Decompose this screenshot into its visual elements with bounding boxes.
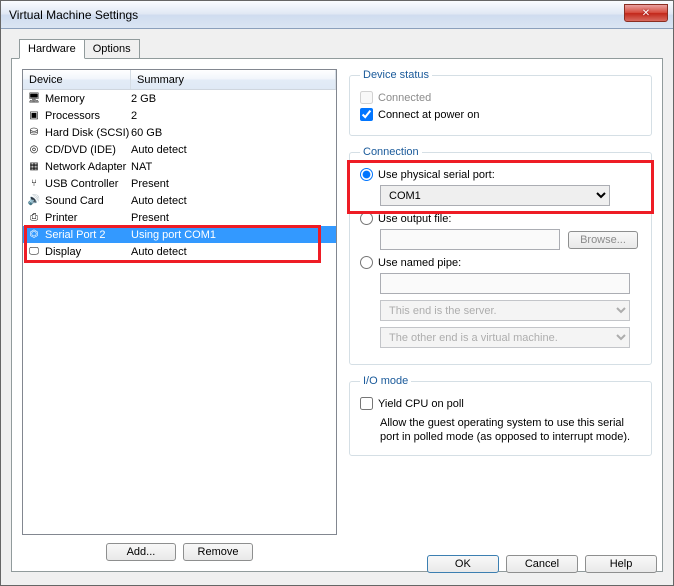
device-name: Sound Card xyxy=(45,195,104,207)
device-name: Memory xyxy=(45,93,85,105)
connection-group: Connection Use physical serial port: COM… xyxy=(349,146,652,365)
device-name: Hard Disk (SCSI) xyxy=(45,127,129,139)
use-output-file-radio[interactable] xyxy=(360,212,373,225)
browse-button: Browse... xyxy=(568,231,638,249)
use-output-file-label: Use output file: xyxy=(378,213,451,225)
io-mode-note: Allow the guest operating system to use … xyxy=(380,416,641,445)
device-row[interactable]: 🖥Memory 2 GB xyxy=(23,90,336,107)
device-summary: Auto detect xyxy=(131,195,336,207)
device-icon: 🖥 xyxy=(26,92,42,106)
tab-options[interactable]: Options xyxy=(85,39,140,59)
device-row[interactable]: ▣Processors 2 xyxy=(23,107,336,124)
col-summary[interactable]: Summary xyxy=(131,70,336,89)
tab-panel: Device Summary 🖥Memory2 GB▣Processors2⛁H… xyxy=(11,58,663,572)
yield-cpu-label: Yield CPU on poll xyxy=(378,398,464,410)
io-mode-group: I/O mode Yield CPU on poll Allow the gue… xyxy=(349,375,652,456)
device-summary: Present xyxy=(131,212,336,224)
connection-legend: Connection xyxy=(360,146,422,158)
dialog-body: Hardware Options Device Summary 🖥Memory 2… xyxy=(1,29,673,585)
device-name: Serial Port 2 xyxy=(45,229,106,241)
device-list[interactable]: Device Summary 🖥Memory 2 GB ▣Processors 2 ⛁H… xyxy=(22,69,337,535)
device-icon: 🖵 xyxy=(26,245,42,259)
device-row[interactable]: ⎙Printer Present xyxy=(23,209,336,226)
tab-hardware[interactable]: Hardware xyxy=(19,39,85,59)
window-title: Virtual Machine Settings xyxy=(9,8,624,22)
named-pipe-input xyxy=(380,273,630,294)
right-column: Device status Connected Connect at power… xyxy=(345,69,652,561)
col-device[interactable]: Device xyxy=(23,70,131,89)
device-summary: Auto detect xyxy=(131,246,336,258)
device-icon: ▣ xyxy=(26,109,42,123)
device-name: Printer xyxy=(45,212,77,224)
device-row[interactable]: ⛁Hard Disk (SCSI)60 GB xyxy=(23,124,336,141)
close-button[interactable]: ✕ xyxy=(624,4,668,22)
device-summary: Using port COM1 xyxy=(131,229,336,241)
settings-window: Virtual Machine Settings ✕ Hardware Opti… xyxy=(0,0,674,586)
connected-checkbox xyxy=(360,91,373,104)
device-name: USB Controller xyxy=(45,178,118,190)
device-row[interactable]: ⑂USB Controller Present xyxy=(23,175,336,192)
dialog-buttons: OK Cancel Help xyxy=(425,555,659,573)
device-icon: 🔊 xyxy=(26,194,42,208)
device-icon: ⛁ xyxy=(26,126,42,140)
device-summary: NAT xyxy=(131,161,336,173)
device-name: Display xyxy=(45,246,81,258)
device-summary: Auto detect xyxy=(131,144,336,156)
device-icon: ⎙ xyxy=(26,211,42,225)
device-row[interactable]: ⏣Serial Port 2 Using port COM1 xyxy=(23,226,336,243)
device-summary: 2 xyxy=(131,110,336,122)
device-summary: 2 GB xyxy=(131,93,336,105)
io-mode-legend: I/O mode xyxy=(360,375,411,387)
device-name: CD/DVD (IDE) xyxy=(45,144,116,156)
connect-poweron-checkbox[interactable] xyxy=(360,108,373,121)
cancel-button[interactable]: Cancel xyxy=(506,555,578,573)
remove-button[interactable]: Remove xyxy=(183,543,253,561)
device-icon: ▦ xyxy=(26,160,42,174)
help-button[interactable]: Help xyxy=(585,555,657,573)
device-status-legend: Device status xyxy=(360,69,432,81)
output-file-input xyxy=(380,229,560,250)
device-summary: Present xyxy=(131,178,336,190)
device-icon: ⑂ xyxy=(26,177,42,191)
device-icon: ⏣ xyxy=(26,228,42,242)
device-name: Network Adapter xyxy=(45,161,126,173)
physical-port-select[interactable]: COM1 xyxy=(380,185,610,206)
device-status-group: Device status Connected Connect at power… xyxy=(349,69,652,136)
pipe-end-select: This end is the server. xyxy=(380,300,630,321)
yield-cpu-checkbox[interactable] xyxy=(360,397,373,410)
connect-poweron-label: Connect at power on xyxy=(378,109,480,121)
device-icon: ◎ xyxy=(26,143,42,157)
use-named-pipe-radio[interactable] xyxy=(360,256,373,269)
device-summary: 60 GB xyxy=(131,127,336,139)
ok-button[interactable]: OK xyxy=(427,555,499,573)
device-row[interactable]: ◎CD/DVD (IDE) Auto detect xyxy=(23,141,336,158)
left-column: Device Summary 🖥Memory 2 GB ▣Processors 2 ⛁H… xyxy=(22,69,337,561)
titlebar[interactable]: Virtual Machine Settings ✕ xyxy=(1,1,673,29)
device-list-header: Device Summary xyxy=(23,70,336,90)
add-button[interactable]: Add... xyxy=(106,543,176,561)
tab-strip: Hardware Options xyxy=(19,39,663,59)
pipe-other-end-select: The other end is a virtual machine. xyxy=(380,327,630,348)
use-physical-radio[interactable] xyxy=(360,168,373,181)
device-list-buttons: Add... Remove xyxy=(22,543,337,561)
device-name: Processors xyxy=(45,110,100,122)
use-physical-label: Use physical serial port: xyxy=(378,169,495,181)
device-row[interactable]: ▦Network Adapter NAT xyxy=(23,158,336,175)
device-row[interactable]: 🖵Display Auto detect xyxy=(23,243,336,260)
use-named-pipe-label: Use named pipe: xyxy=(378,257,461,269)
connected-label: Connected xyxy=(378,92,431,104)
device-row[interactable]: 🔊Sound Card Auto detect xyxy=(23,192,336,209)
